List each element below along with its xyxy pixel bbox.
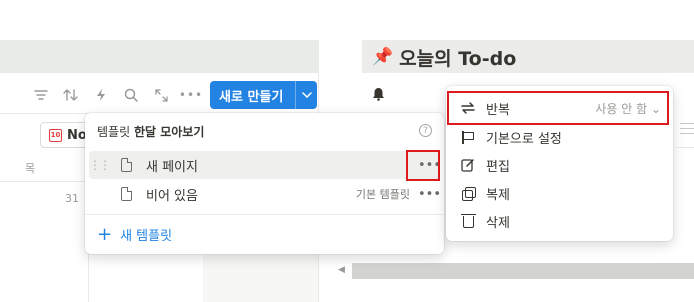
menu-item-edit[interactable]: 편집 [450,151,669,179]
template-header-prefix: 템플릿 [97,125,131,139]
duplicate-icon [458,186,478,201]
edit-icon [458,158,478,172]
pushpin-icon: 📌 [372,47,394,67]
page-title-text: 오늘의 To-do [399,47,517,70]
scroll-left-arrow-icon[interactable]: ◀ [338,265,345,275]
template-item-empty[interactable]: 비어 있음 기본 템플릿 ••• [89,180,441,208]
calendar-cell-shaded [203,255,318,302]
list-icon [680,123,694,138]
filter-icon[interactable] [30,84,52,106]
page-title: 📌 오늘의 To-do [372,45,517,70]
more-icon[interactable]: ••• [179,84,202,106]
calendar-day-number: 31 [65,192,79,205]
default-template-badge: 기본 템플릿 [355,188,410,201]
menu-item-delete[interactable]: 삭제 [450,207,669,235]
template-header-database: 한달 모아보기 [133,125,205,139]
trash-icon [458,214,478,228]
menu-item-label: 기본으로 설정 [486,131,562,147]
new-button-label: 새로 만들기 [219,89,284,105]
new-template-label: 새 템플릿 [120,229,173,244]
highlight-box [447,91,669,125]
plus-icon: + [97,223,113,245]
template-item-label: 비어 있음 [146,188,198,204]
new-template-button[interactable]: + 새 템플릿 [97,225,172,244]
calendar-icon: 10 [49,128,62,142]
page-icon [121,187,132,201]
template-item-new-page[interactable]: ⋮⋮ 새 페이지 ••• [89,151,441,179]
expand-icon[interactable] [150,84,172,106]
menu-item-set-default[interactable]: 기본으로 설정 [450,123,669,151]
automation-bolt-icon[interactable] [90,84,112,106]
more-options-icon[interactable]: ••• [418,187,441,202]
sort-icon[interactable] [60,84,82,106]
new-button[interactable]: 새로 만들기 [210,81,317,109]
menu-item-label: 삭제 [486,215,510,231]
calendar-weekday-label: 목 [25,162,36,175]
view-tab-label: No [67,127,87,143]
page-icon [121,158,132,172]
flag-icon [458,130,478,144]
divider [85,214,444,215]
page-header-strip-left [0,40,318,73]
highlight-box [406,150,440,181]
horizontal-scrollbar[interactable] [352,263,694,279]
template-popover: 템플릿 한달 모아보기 ? ⋮⋮ 새 페이지 ••• 비어 있음 기본 템플릿 … [85,113,444,254]
template-item-label: 새 페이지 [146,159,198,175]
template-popover-header: 템플릿 한달 모아보기 [97,123,204,140]
bell-icon[interactable] [370,86,386,102]
chevron-down-icon[interactable] [296,92,317,98]
menu-item-label: 편집 [486,159,510,175]
help-icon[interactable]: ? [419,124,432,137]
drag-handle-icon[interactable]: ⋮⋮ [89,158,111,172]
divider [676,147,694,148]
search-icon[interactable] [120,84,142,106]
menu-item-label: 복제 [486,187,510,203]
menu-item-duplicate[interactable]: 복제 [450,179,669,207]
